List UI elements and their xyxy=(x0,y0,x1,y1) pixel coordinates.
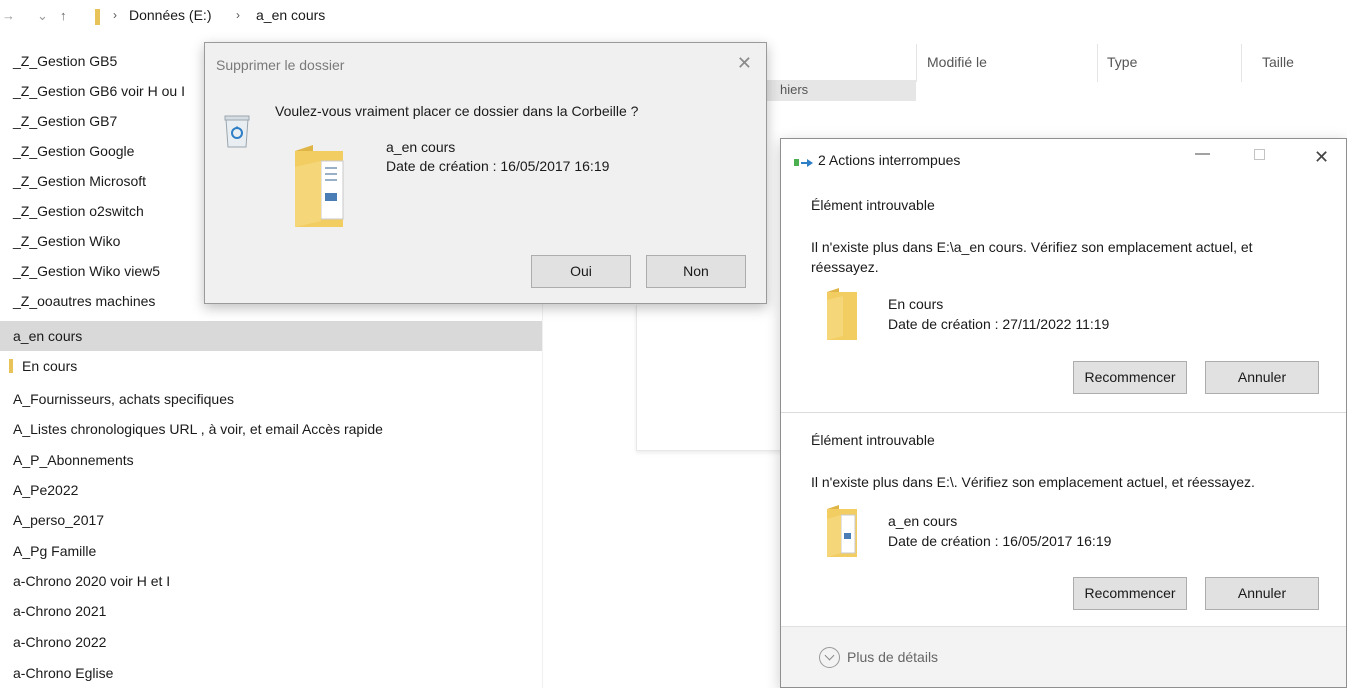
nav-item[interactable]: a-Chrono 2020 voir H et I xyxy=(0,566,542,596)
minimize-icon[interactable]: — xyxy=(1195,145,1210,162)
file-transfer-icon xyxy=(794,159,813,167)
nav-item[interactable]: A_P_Abonnements xyxy=(0,445,542,475)
nav-item-label: En cours xyxy=(22,358,78,374)
chevron-right-icon: › xyxy=(113,8,117,22)
nav-item[interactable]: A_Pe2022 xyxy=(0,475,542,505)
section-divider xyxy=(781,412,1346,413)
address-bar: → ⌄ ↑ › Données (E:) › a_en cours xyxy=(0,0,1347,42)
nav-item-label: _Z_Gestion o2switch xyxy=(13,203,144,219)
dialog-title: Supprimer le dossier xyxy=(216,57,345,73)
delete-folder-dialog: Supprimer le dossier ✕ Voulez-vous vraim… xyxy=(204,42,767,304)
breadcrumb-drive[interactable]: Données (E:) xyxy=(129,7,211,23)
folder-icon xyxy=(9,359,13,373)
nav-item-label: A_Pe2022 xyxy=(13,482,79,498)
interrupted-actions-dialog: 2 Actions interrompues — ✕ Élément intro… xyxy=(780,138,1347,688)
close-icon[interactable]: ✕ xyxy=(737,53,752,74)
nav-item-selected[interactable]: a_en cours xyxy=(0,321,542,351)
dialog-footer: Plus de détails xyxy=(781,626,1346,687)
item-name: a_en cours xyxy=(888,513,958,529)
folder-icon xyxy=(295,145,344,227)
nav-item[interactable]: A_perso_2017 xyxy=(0,505,542,535)
breadcrumb-folder[interactable]: a_en cours xyxy=(256,7,325,23)
nav-item-label: A_Fournisseurs, achats specifiques xyxy=(13,391,234,407)
column-header-modified[interactable]: Modifié le xyxy=(927,54,987,70)
item-date: Date de création : 16/05/2017 16:19 xyxy=(888,533,1112,549)
expand-details-icon[interactable] xyxy=(819,647,840,668)
item-name: En cours xyxy=(888,296,944,312)
nav-item-label: _Z_Gestion Wiko xyxy=(13,233,121,249)
nav-item-label: A_Listes chronologiques URL , à voir, et… xyxy=(13,421,383,437)
section-title: Élément introuvable xyxy=(811,432,935,448)
nav-item[interactable]: a-Chrono Eglise xyxy=(0,658,542,688)
folder-date: Date de création : 16/05/2017 16:19 xyxy=(386,158,610,174)
close-icon[interactable]: ✕ xyxy=(1314,147,1329,168)
nav-item-label: _Z_Gestion GB6 voir H ou I xyxy=(13,83,185,99)
folder-name: a_en cours xyxy=(386,139,456,155)
arrow-up-icon[interactable]: ↑ xyxy=(60,8,67,23)
nav-item[interactable]: a-Chrono 2022 xyxy=(0,627,542,657)
nav-item-label: A_P_Abonnements xyxy=(13,452,134,468)
dialog-title: 2 Actions interrompues xyxy=(818,152,961,168)
cancel-button[interactable]: Annuler xyxy=(1205,361,1319,394)
column-separator[interactable] xyxy=(916,44,917,82)
group-strip-label: hiers xyxy=(780,82,809,97)
column-separator[interactable] xyxy=(1241,44,1242,82)
section-message: Il n'existe plus dans E:\. Vérifiez son … xyxy=(811,474,1255,490)
arrow-right-icon[interactable]: → xyxy=(2,8,15,23)
nav-item-label: a_en cours xyxy=(13,328,83,344)
folder-icon xyxy=(827,505,857,557)
folder-icon xyxy=(827,288,857,340)
nav-item[interactable]: A_Pg Famille xyxy=(0,536,542,566)
nav-item-label: A_Pg Famille xyxy=(13,543,97,559)
chevron-down-icon[interactable]: ⌄ xyxy=(37,8,48,24)
yes-button[interactable]: Oui xyxy=(531,255,631,288)
column-separator[interactable] xyxy=(1097,44,1098,82)
nav-item-label: _Z_Gestion Google xyxy=(13,143,135,159)
nav-item-label: A_perso_2017 xyxy=(13,512,105,528)
retry-button[interactable]: Recommencer xyxy=(1073,577,1187,610)
maximize-icon[interactable] xyxy=(1254,149,1265,160)
retry-button[interactable]: Recommencer xyxy=(1073,361,1187,394)
nav-item[interactable]: A_Fournisseurs, achats specifiques xyxy=(0,384,542,414)
nav-item-label: _Z_Gestion GB5 xyxy=(13,53,118,69)
dialog-question: Voulez-vous vraiment placer ce dossier d… xyxy=(275,103,639,119)
cancel-button[interactable]: Annuler xyxy=(1205,577,1319,610)
column-header-type[interactable]: Type xyxy=(1107,54,1137,70)
nav-item-label: _Z_Gestion Wiko view5 xyxy=(13,263,161,279)
nav-item-label: a-Chrono 2020 voir H et I xyxy=(13,573,171,589)
more-details-link[interactable]: Plus de détails xyxy=(847,649,938,665)
nav-item-label: a-Chrono Eglise xyxy=(13,665,114,681)
nav-item-subfolder[interactable]: En cours xyxy=(0,351,542,381)
item-date: Date de création : 27/11/2022 11:19 xyxy=(888,316,1110,332)
nav-item-label: a-Chrono 2021 xyxy=(13,603,107,619)
folder-icon xyxy=(95,9,100,25)
nav-item[interactable]: A_Listes chronologiques URL , à voir, et… xyxy=(0,414,542,444)
nav-item-label: _Z_Gestion Microsoft xyxy=(13,173,147,189)
recycle-bin-icon xyxy=(224,115,250,148)
background-panel xyxy=(636,305,786,451)
nav-item-label: _Z_ooautres machines xyxy=(13,293,156,309)
section-title: Élément introuvable xyxy=(811,197,935,213)
nav-item-label: _Z_Gestion GB7 xyxy=(13,113,118,129)
section-message: Il n'existe plus dans E:\a_en cours. Vér… xyxy=(811,239,1253,275)
nav-item-label: a-Chrono 2022 xyxy=(13,634,107,650)
column-header-size[interactable]: Taille xyxy=(1262,54,1294,70)
no-button[interactable]: Non xyxy=(646,255,746,288)
chevron-right-icon: › xyxy=(236,8,240,22)
nav-item[interactable]: a-Chrono 2021 xyxy=(0,596,542,626)
file-list-group-strip: hiers xyxy=(766,80,916,101)
